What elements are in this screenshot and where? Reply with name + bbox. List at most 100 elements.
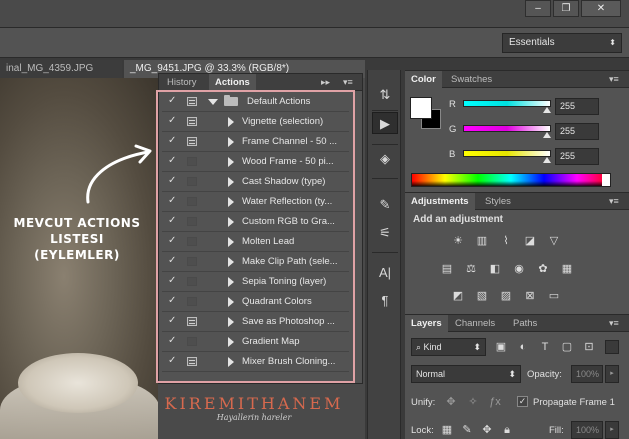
panel-menu-icon[interactable]: ▾≡ [609,315,619,332]
brush-presets-icon[interactable]: ⚟ [372,222,398,244]
lock-position-icon[interactable]: ✥ [479,422,495,438]
color-panel-tabs: Color Swatches ▾≡ [405,71,629,88]
fill-dropdown-icon[interactable]: ▸ [605,421,619,439]
gradient-triangle-icon[interactable]: ▽ [546,233,562,249]
tab-paths[interactable]: Paths [507,315,543,332]
tab-styles[interactable]: Styles [479,193,517,210]
tab-swatches[interactable]: Swatches [445,71,498,88]
title-bar: – ❐ ✕ [0,0,629,28]
collapse-icon[interactable]: ▸▸ [321,74,330,91]
panel-menu-icon[interactable]: ▾≡ [343,74,353,91]
panel-menu-icon[interactable]: ▾≡ [609,71,619,88]
close-icon[interactable]: ✕ [581,0,621,17]
vibrance-icon[interactable]: ▤ [439,261,455,277]
search-icon: ⌕ [416,342,424,352]
adjustments-panel: Adjustments Styles ▾≡ Add an adjustment … [405,192,629,314]
slider-thumb-icon[interactable] [543,157,551,163]
opacity-dropdown-icon[interactable]: ▸ [605,365,619,383]
slider-thumb-icon[interactable] [543,132,551,138]
color-panel: Color Swatches ▾≡ R 255 G 255 B 255 [405,70,629,192]
channel-r-label: R [449,99,456,110]
character-icon[interactable]: A| [372,262,398,284]
tab-layers[interactable]: Layers [405,315,448,332]
separator [372,252,398,253]
separator [372,178,398,179]
minimize-icon[interactable]: – [525,0,551,17]
adjustment-filter-icon[interactable]: ◐ [515,339,531,355]
tab-actions[interactable]: Actions [209,74,256,91]
spectrum-dark-overlay [412,181,610,186]
channel-r-value[interactable]: 255 [555,98,599,115]
channel-mixer-icon[interactable]: ✿ [535,261,551,277]
tab-color[interactable]: Color [405,71,442,88]
shape-filter-icon[interactable]: ▢ [559,339,575,355]
channel-r-slider[interactable] [463,100,551,107]
channel-b-label: B [449,149,456,160]
panel-menu-icon[interactable]: ▾≡ [609,193,619,210]
opacity-input[interactable]: 100% [571,365,603,383]
invert-icon[interactable]: ◩ [450,288,466,304]
pixel-filter-icon[interactable]: ▣ [493,339,509,355]
unify-visibility-icon[interactable]: ✧ [465,394,481,410]
separator [372,144,398,145]
unify-style-icon[interactable]: ƒx [487,394,503,410]
color-lookup-icon[interactable]: ▦ [559,261,575,277]
curves-icon[interactable]: ⌇ [498,233,514,249]
channel-g-slider[interactable] [463,125,551,132]
unify-label: Unify: [411,397,436,408]
blend-mode-select[interactable]: Normal ⬍ [411,365,521,383]
unify-position-icon[interactable]: ✥ [443,394,459,410]
fill-input[interactable]: 100% [571,421,603,439]
adjustments-panel-tabs: Adjustments Styles ▾≡ [405,193,629,210]
channel-b-slider[interactable] [463,150,551,157]
layer-filter-select[interactable]: ⌕ Kind ⬍ [411,338,486,356]
doc-tab-1[interactable]: inal_MG_4359.JPG [0,60,122,78]
type-filter-icon[interactable]: T [537,339,553,355]
selective-color-icon[interactable]: ⊠ [522,288,538,304]
lock-transparency-icon[interactable]: ▦ [439,422,455,438]
channel-g-value[interactable]: 255 [555,123,599,140]
brand-name: KIREMITHANEM [164,394,344,413]
options-bar: Essentials ⬍ [0,28,629,58]
paragraph-icon[interactable]: ¶ [372,290,398,312]
updown-arrow-icon: ⬍ [609,38,616,47]
workspace-select[interactable]: Essentials ⬍ [502,33,622,53]
tab-channels[interactable]: Channels [449,315,501,332]
tab-history[interactable]: History [161,74,203,91]
color-spectrum-bar[interactable] [411,173,611,187]
black-white-icon[interactable]: ◧ [487,261,503,277]
slider-thumb-icon[interactable] [543,107,551,113]
layer-filter-value: Kind [423,342,442,352]
tab-adjustments[interactable]: Adjustments [405,193,475,210]
gradient-map-icon[interactable]: ▭ [546,288,562,304]
history-icon[interactable]: ⇅ [372,84,398,106]
exposure-icon[interactable]: ◪ [522,233,538,249]
annotation-line-2: (EYLEMLER) [34,248,120,262]
propagate-checkbox[interactable]: ✓ [517,396,528,407]
actions-highlight-box [156,90,355,383]
brush-icon[interactable]: ✎ [372,194,398,216]
filter-toggle[interactable] [605,340,619,354]
smart-object-filter-icon[interactable]: ⊡ [581,339,597,355]
actions-panel-tabs: History Actions ▸▸ ▾≡ [159,74,362,91]
threshold-icon[interactable]: ▨ [498,288,514,304]
lock-all-icon[interactable]: 🔒︎ [499,422,515,438]
brand-logo: KIREMITHANEM Hayallerin hareler [158,384,350,439]
actions-play-icon[interactable]: ▶ [372,112,398,134]
brightness-icon[interactable]: ☀ [450,233,466,249]
annotation-text: MEVCUT ACTIONS LISTESI (EYLEMLER) [2,215,152,263]
posterize-icon[interactable]: ▧ [474,288,490,304]
color-balance-icon[interactable]: ⚖ [463,261,479,277]
channel-b-value[interactable]: 255 [555,148,599,165]
lock-label: Lock: [411,425,434,436]
spectrum-white-chip[interactable] [602,174,610,186]
separator [372,110,398,111]
blend-mode-value: Normal [416,369,446,379]
photo-filter-icon[interactable]: ◉ [511,261,527,277]
layers-panel: Layers Channels Paths ▾≡ ⌕ Kind ⬍ ▣ ◐ T … [405,314,629,439]
restore-icon[interactable]: ❐ [553,0,579,17]
photoshop-window: – ❐ ✕ Essentials ⬍ inal_MG_4359.JPG _MG_… [0,0,629,439]
lock-pixels-icon[interactable]: ✎ [459,422,475,438]
levels-icon[interactable]: ▥ [474,233,490,249]
cube-3d-icon[interactable]: ◈ [372,148,398,170]
